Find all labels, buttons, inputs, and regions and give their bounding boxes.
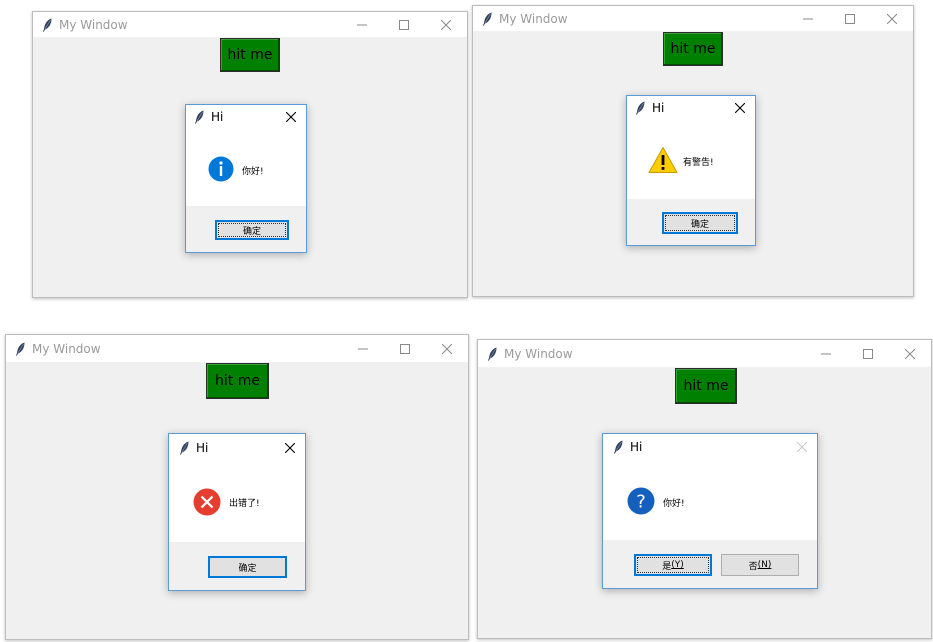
window-title: My Window bbox=[32, 341, 101, 356]
maximize-icon bbox=[845, 14, 855, 24]
window-titlebar[interactable]: My Window bbox=[473, 6, 913, 31]
yes-button-accel: (Y) bbox=[671, 560, 684, 570]
svg-text:?: ? bbox=[636, 492, 646, 513]
window-title: My Window bbox=[499, 11, 568, 26]
ok-button[interactable]: 确定 bbox=[208, 556, 287, 578]
question-icon: ? bbox=[627, 487, 655, 515]
ok-button[interactable]: 确定 bbox=[215, 220, 289, 240]
window-title: My Window bbox=[59, 17, 128, 32]
main-window-1: My Window hit me Hi 你好! 确定 bbox=[32, 11, 468, 298]
dialog-message: 你好! bbox=[242, 167, 264, 177]
question-dialog: Hi ? 你好! 是 (Y) 否 (N) bbox=[602, 433, 818, 589]
minimize-button[interactable] bbox=[342, 336, 384, 361]
warning-icon bbox=[648, 147, 678, 173]
minimize-icon bbox=[803, 14, 813, 24]
minimize-button[interactable] bbox=[341, 12, 383, 37]
maximize-icon bbox=[399, 20, 409, 30]
info-icon bbox=[208, 156, 234, 182]
no-button-accel: (N) bbox=[757, 560, 772, 570]
no-button-label: 否 bbox=[748, 561, 758, 572]
close-icon bbox=[285, 443, 295, 453]
dialog-titlebar[interactable]: Hi bbox=[603, 434, 817, 460]
ok-button[interactable]: 确定 bbox=[662, 212, 738, 234]
dialog-message: 出错了! bbox=[229, 499, 260, 509]
dialog-close-button-disabled bbox=[787, 435, 817, 459]
maximize-button[interactable] bbox=[384, 336, 426, 361]
window-titlebar[interactable]: My Window bbox=[478, 340, 931, 367]
warning-dialog: Hi 有警告! 确定 bbox=[626, 95, 756, 246]
close-button[interactable] bbox=[425, 12, 467, 37]
window-titlebar[interactable]: My Window bbox=[6, 335, 468, 362]
dialog-title: Hi bbox=[211, 110, 224, 124]
main-window-4: My Window hit me Hi ? 你好! 是 (Y) 否 (N) bbox=[477, 339, 932, 639]
close-button[interactable] bbox=[871, 6, 913, 31]
close-icon bbox=[905, 349, 915, 359]
window-titlebar[interactable]: My Window bbox=[33, 12, 467, 37]
tk-feather-icon bbox=[613, 440, 624, 454]
tk-feather-icon bbox=[635, 101, 646, 115]
close-button[interactable] bbox=[426, 336, 468, 361]
no-button[interactable]: 否 (N) bbox=[721, 554, 799, 576]
main-window-2: My Window hit me Hi 有警告! 确定 bbox=[472, 5, 914, 297]
hit-me-button[interactable]: hit me bbox=[663, 32, 723, 66]
tk-feather-icon bbox=[194, 110, 205, 124]
maximize-button[interactable] bbox=[829, 6, 871, 31]
dialog-message: 你好! bbox=[663, 499, 685, 509]
close-icon bbox=[442, 344, 452, 354]
minimize-button[interactable] bbox=[787, 6, 829, 31]
minimize-button[interactable] bbox=[805, 341, 847, 366]
close-icon bbox=[286, 112, 296, 122]
maximize-icon bbox=[863, 349, 873, 359]
close-icon bbox=[441, 20, 451, 30]
dialog-title: Hi bbox=[652, 101, 665, 115]
window-title: My Window bbox=[504, 346, 573, 361]
hit-me-button[interactable]: hit me bbox=[206, 363, 269, 399]
dialog-titlebar[interactable]: Hi bbox=[186, 105, 306, 129]
info-dialog: Hi 你好! 确定 bbox=[185, 104, 307, 253]
dialog-close-button[interactable] bbox=[725, 96, 755, 120]
close-button[interactable] bbox=[889, 341, 931, 366]
dialog-close-button[interactable] bbox=[275, 436, 305, 460]
minimize-icon bbox=[358, 344, 368, 354]
tk-feather-icon bbox=[179, 441, 190, 455]
error-dialog: Hi 出错了! 确定 bbox=[168, 433, 306, 591]
yes-button-label: 是 bbox=[662, 561, 672, 572]
hit-me-button[interactable]: hit me bbox=[675, 368, 737, 404]
error-icon bbox=[193, 488, 221, 516]
yes-button[interactable]: 是 (Y) bbox=[634, 554, 712, 576]
minimize-icon bbox=[821, 349, 831, 359]
dialog-title: Hi bbox=[630, 440, 643, 454]
tk-feather-icon bbox=[42, 18, 53, 32]
dialog-titlebar[interactable]: Hi bbox=[169, 434, 305, 462]
dialog-title: Hi bbox=[196, 441, 209, 455]
close-icon bbox=[887, 14, 897, 24]
maximize-button[interactable] bbox=[847, 341, 889, 366]
maximize-button[interactable] bbox=[383, 12, 425, 37]
main-window-3: My Window hit me Hi 出错了! 确定 bbox=[5, 334, 469, 640]
close-icon bbox=[797, 442, 807, 452]
maximize-icon bbox=[400, 344, 410, 354]
hit-me-button[interactable]: hit me bbox=[220, 38, 280, 72]
dialog-titlebar[interactable]: Hi bbox=[627, 96, 755, 120]
dialog-close-button[interactable] bbox=[276, 105, 306, 129]
tk-feather-icon bbox=[482, 12, 493, 26]
minimize-icon bbox=[357, 20, 367, 30]
tk-feather-icon bbox=[487, 347, 498, 361]
close-icon bbox=[735, 103, 745, 113]
dialog-message: 有警告! bbox=[683, 158, 714, 168]
tk-feather-icon bbox=[15, 342, 26, 356]
